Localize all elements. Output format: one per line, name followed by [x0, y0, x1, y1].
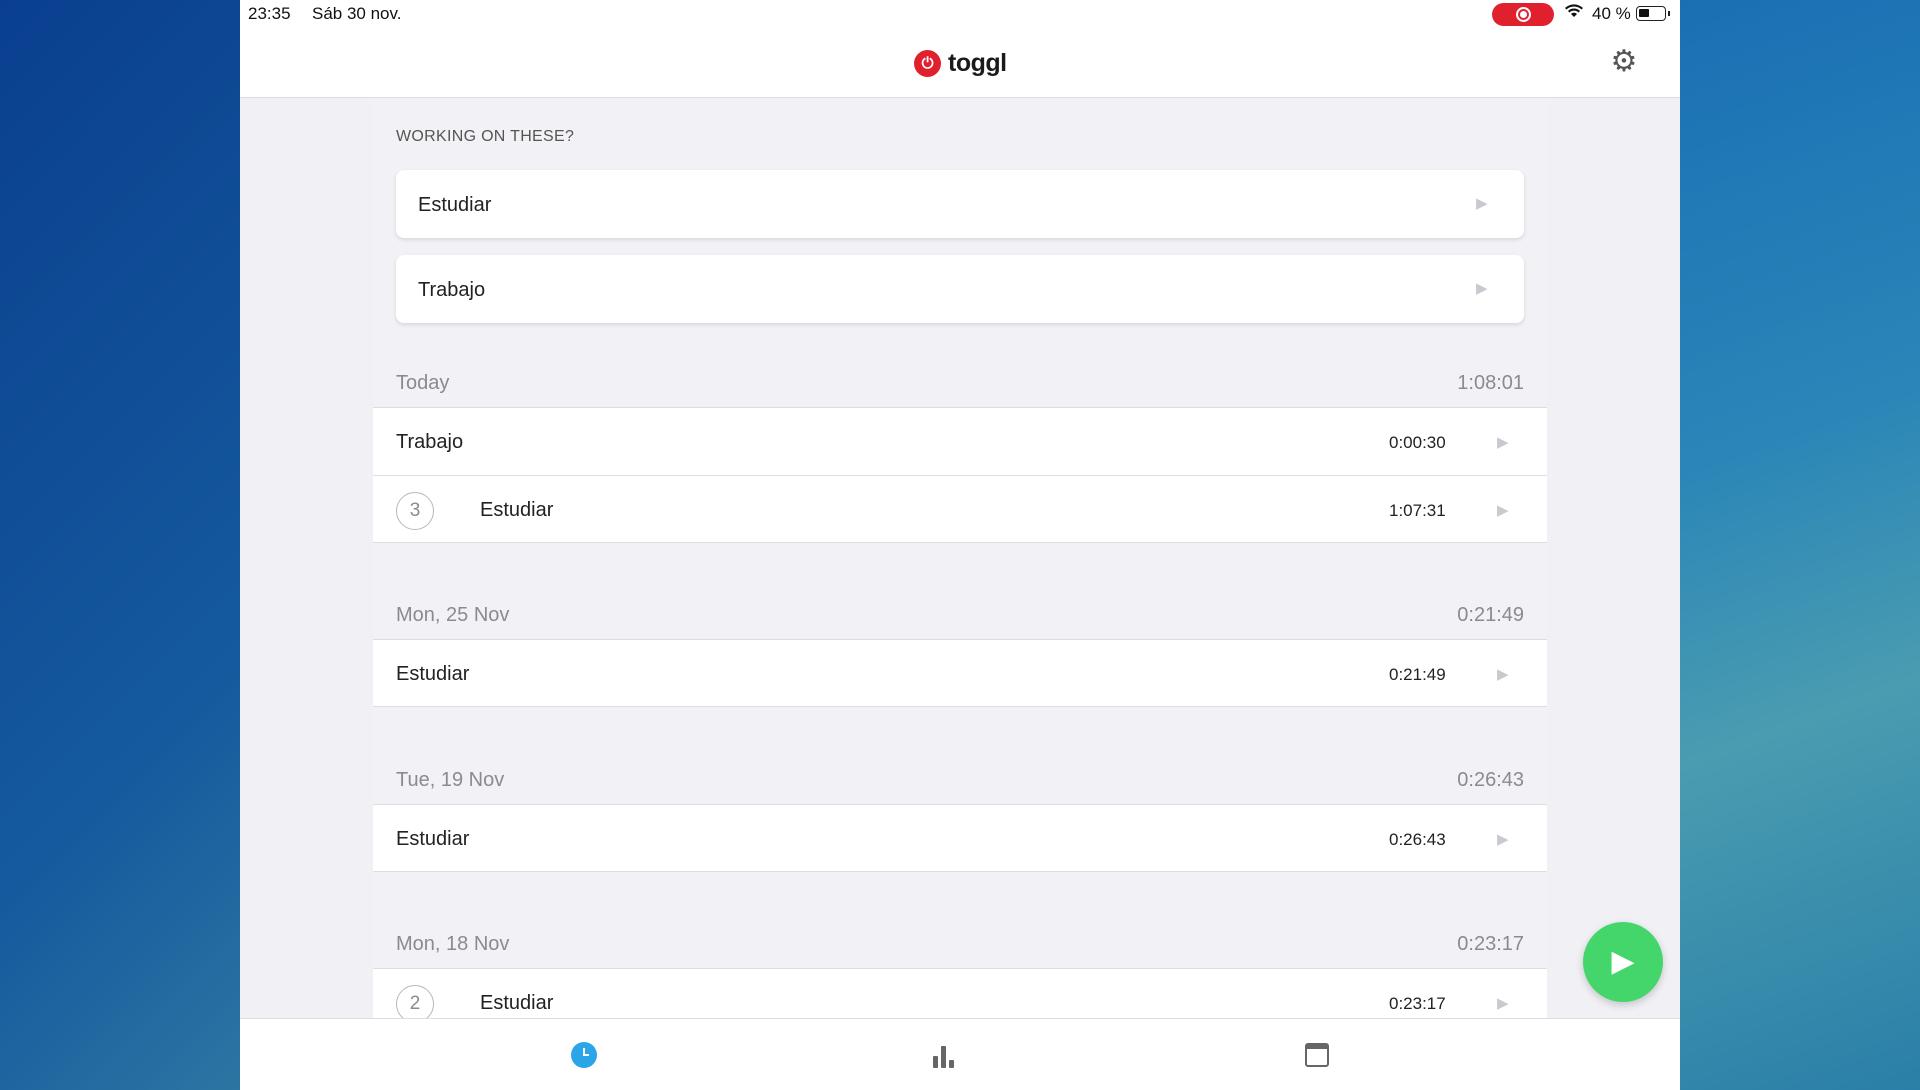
calendar-icon	[1305, 1043, 1329, 1067]
day-group-header: Mon, 18 Nov 0:23:17	[373, 927, 1547, 967]
day-group-header: Tue, 19 Nov 0:26:43	[373, 763, 1547, 803]
play-icon: ▶	[1611, 945, 1635, 978]
day-date: Mon, 18 Nov	[396, 933, 510, 955]
logo-text: toggl	[948, 48, 1007, 77]
entry-duration: 0:26:43	[1389, 830, 1446, 849]
time-entry-row[interactable]: 3 Estudiar 1:07:31 ▶	[373, 475, 1547, 543]
suggestion-card[interactable]: Trabajo ▶	[396, 255, 1524, 323]
wallpaper-right	[1680, 0, 1920, 1090]
group-count-badge[interactable]: 3	[396, 492, 434, 530]
wifi-icon	[1564, 2, 1584, 25]
power-icon: ⏻	[914, 49, 941, 77]
day-total: 0:23:17	[1457, 933, 1524, 955]
day-total: 0:21:49	[1457, 604, 1524, 626]
tab-timer[interactable]	[568, 1039, 600, 1071]
time-entry-row[interactable]: Trabajo 0:00:30 ▶	[373, 407, 1547, 475]
day-total: 0:26:43	[1457, 769, 1524, 791]
time-entry-row[interactable]: Estudiar 0:21:49 ▶	[373, 639, 1547, 707]
time-entry-row[interactable]: 2 Estudiar 0:23:17 ▶	[373, 968, 1547, 1018]
entry-duration: 0:00:30	[1389, 433, 1446, 452]
tab-bar	[240, 1018, 1680, 1090]
play-icon[interactable]: ▶	[1497, 994, 1511, 1012]
entry-description: Estudiar	[396, 663, 470, 685]
suggestions-title: WORKING ON THESE?	[396, 128, 575, 145]
clock-icon	[571, 1042, 597, 1068]
day-total: 1:08:01	[1457, 372, 1524, 394]
start-timer-button[interactable]: ▶	[1583, 922, 1663, 1002]
time-entry-row[interactable]: Estudiar 0:26:43 ▶	[373, 804, 1547, 872]
play-icon[interactable]: ▶	[1497, 830, 1511, 848]
suggestion-label: Trabajo	[418, 279, 486, 301]
status-time: 23:35	[248, 4, 291, 23]
day-group-header: Today 1:08:01	[373, 366, 1547, 406]
entry-duration: 1:07:31	[1389, 501, 1446, 520]
entry-description: Estudiar	[396, 828, 470, 850]
screen-recording-icon[interactable]	[1492, 3, 1554, 26]
entry-duration: 0:23:17	[1389, 994, 1446, 1013]
toggl-logo: ⏻ toggl	[914, 48, 1007, 78]
play-icon[interactable]: ▶	[1476, 279, 1490, 297]
day-group-header: Mon, 25 Nov 0:21:49	[373, 598, 1547, 638]
app-window: 23:35 Sáb 30 nov. 40 % ⏻ toggl ⚙ WORKING…	[240, 0, 1680, 1090]
play-icon[interactable]: ▶	[1476, 194, 1490, 212]
entry-description: Estudiar	[480, 499, 554, 521]
tab-calendar[interactable]	[1301, 1039, 1333, 1071]
day-date: Mon, 25 Nov	[396, 604, 510, 626]
battery-percentage: 40 %	[1592, 4, 1631, 23]
suggestion-card[interactable]: Estudiar ▶	[396, 170, 1524, 238]
day-date: Today	[396, 372, 450, 394]
status-date: Sáb 30 nov.	[312, 4, 402, 23]
nav-header: ⏻ toggl ⚙	[240, 30, 1680, 98]
time-entries-list[interactable]: WORKING ON THESE? Estudiar ▶ Trabajo ▶ T…	[373, 98, 1547, 1018]
gear-icon: ⚙	[1610, 45, 1638, 78]
entry-description: Estudiar	[480, 992, 554, 1014]
battery-icon	[1636, 6, 1670, 21]
status-bar: 23:35 Sáb 30 nov. 40 %	[240, 0, 1680, 30]
day-date: Tue, 19 Nov	[396, 769, 505, 791]
group-count-badge[interactable]: 2	[396, 985, 434, 1018]
settings-button[interactable]: ⚙	[1607, 45, 1641, 79]
bar-chart-icon	[931, 1042, 957, 1068]
play-icon[interactable]: ▶	[1497, 665, 1511, 683]
play-icon[interactable]: ▶	[1497, 501, 1511, 519]
entry-description: Trabajo	[396, 431, 464, 453]
entry-duration: 0:21:49	[1389, 665, 1446, 684]
tab-reports[interactable]	[928, 1039, 960, 1071]
play-icon[interactable]: ▶	[1497, 433, 1511, 451]
suggestion-label: Estudiar	[418, 194, 492, 216]
